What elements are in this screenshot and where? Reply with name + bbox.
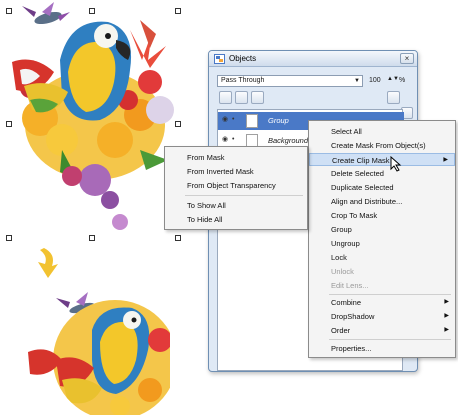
menu-item-dropshadow[interactable]: DropShadow ▶ — [309, 310, 455, 323]
opacity-input[interactable]: 100 — [369, 75, 389, 87]
menu-item-delete-selected[interactable]: Delete Selected — [309, 167, 455, 180]
new-layer-button[interactable] — [235, 91, 248, 104]
selection-handle-top-right[interactable] — [175, 8, 181, 14]
menu-item-group[interactable]: Group — [309, 223, 455, 236]
menu-item-properties[interactable]: Properties... — [309, 342, 455, 355]
window-titlebar[interactable]: Objects × — [209, 51, 417, 67]
object-thumbnail — [246, 114, 258, 128]
clipped-parrot-image — [53, 300, 170, 415]
selection-handle-middle-right[interactable] — [175, 121, 181, 127]
clip-mask-submenu[interactable]: From Mask From Inverted Mask From Object… — [164, 146, 308, 230]
menu-item-duplicate-selected[interactable]: Duplicate Selected — [309, 181, 455, 194]
lock-toggle-icon[interactable]: • — [232, 135, 240, 145]
blend-mode-select[interactable]: Pass Through ▼ — [217, 75, 363, 87]
submenu-item-to-show-all[interactable]: To Show All — [165, 199, 307, 212]
object-label: Background — [268, 136, 309, 145]
visibility-eye-icon[interactable]: ◉ — [220, 135, 230, 145]
object-label: Group — [268, 116, 289, 125]
opacity-unit: % — [399, 77, 406, 84]
selection-handle-bottom-center[interactable] — [89, 235, 95, 241]
menu-item-crop-to-mask[interactable]: Crop To Mask — [309, 209, 455, 222]
new-object-button[interactable] — [219, 91, 232, 104]
arrow-down-icon — [38, 248, 58, 278]
menu-item-lock[interactable]: Lock — [309, 251, 455, 264]
hummingbird-image — [22, 2, 70, 25]
artwork-clipped-result — [28, 292, 170, 415]
window-title: Objects — [229, 54, 257, 63]
menu-item-align-and-distribute[interactable]: Align and Distribute... — [309, 195, 455, 208]
menu-item-order[interactable]: Order ▶ — [309, 324, 455, 337]
selection-handle-top-center[interactable] — [89, 8, 95, 14]
objects-icon — [214, 54, 225, 64]
layer-properties-button[interactable] — [251, 91, 264, 104]
submenu-item-to-hide-all[interactable]: To Hide All — [165, 213, 307, 226]
submenu-item-from-mask[interactable]: From Mask — [165, 151, 307, 164]
menu-item-edit-lens: Edit Lens... — [331, 281, 369, 290]
menu-item-select-all[interactable]: Select All — [309, 125, 455, 138]
menu-item-ungroup[interactable]: Ungroup — [309, 237, 455, 250]
submenu-arrow-icon: ▶ — [444, 299, 449, 305]
submenu-item-from-inverted-mask[interactable]: From Inverted Mask — [165, 165, 307, 178]
selection-handle-middle-left[interactable] — [6, 121, 12, 127]
menu-separator — [329, 339, 451, 340]
mouse-cursor-icon — [390, 156, 402, 172]
selection-handle-bottom-right[interactable] — [175, 235, 181, 241]
submenu-item-from-object-transparency[interactable]: From Object Transparency — [165, 179, 307, 192]
menu-item-create-clip-mask[interactable]: Create Clip Mask ▶ — [309, 153, 455, 166]
opacity-stepper-icon[interactable]: ▲▼ — [387, 76, 399, 86]
menu-item-create-mask-from-objects[interactable]: Create Mask From Object(s) — [309, 139, 455, 152]
selection-handle-top-left[interactable] — [6, 8, 12, 14]
submenu-arrow-icon: ▶ — [444, 327, 449, 333]
chevron-down-icon: ▼ — [354, 78, 360, 84]
blend-mode-value: Pass Through — [221, 77, 265, 84]
panel-menu-button[interactable] — [387, 91, 400, 104]
submenu-arrow-icon: ▶ — [444, 313, 449, 319]
menu-item-combine[interactable]: Combine ▶ — [309, 296, 455, 309]
submenu-arrow-icon: ▶ — [443, 157, 448, 163]
menu-item-unlock: Unlock — [331, 267, 354, 276]
close-button[interactable]: × — [400, 53, 414, 64]
context-menu[interactable]: Select All Create Mask From Object(s) Cr… — [308, 120, 456, 358]
menu-separator — [185, 195, 303, 196]
visibility-eye-icon[interactable]: ◉ — [220, 115, 230, 125]
menu-separator — [329, 294, 451, 295]
selection-handle-bottom-left[interactable] — [6, 235, 12, 241]
lock-toggle-icon[interactable]: • — [232, 115, 240, 125]
